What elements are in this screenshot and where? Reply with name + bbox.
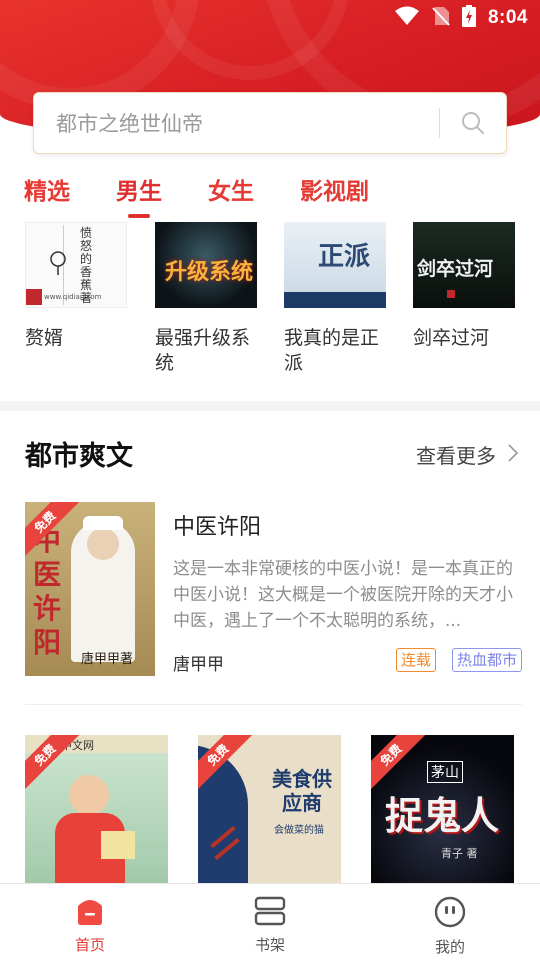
book-title: 我真的是正派 — [284, 327, 380, 374]
no-sim-icon — [432, 6, 450, 30]
chevron-right-icon — [508, 443, 519, 467]
home-icon — [74, 896, 106, 930]
see-more-link[interactable]: 查看更多 — [416, 440, 519, 469]
nav-label: 首页 — [74, 936, 105, 954]
book-cover: 愤怒的香蕉 著 www.qidian.com — [25, 222, 127, 308]
status-bar: 8:04 — [0, 0, 540, 36]
featured-book-title[interactable]: 中医许阳 — [173, 509, 261, 541]
see-more-label: 查看更多 — [416, 444, 496, 468]
cover-title: 升级系统 — [165, 260, 254, 285]
nav-label: 我的 — [434, 938, 465, 956]
tag-list: 连载 热血都市 — [395, 648, 522, 672]
book-cover: 升级系统 — [155, 222, 257, 308]
status-time: 8:04 — [487, 7, 528, 28]
book-title: 最强升级系统 — [155, 327, 251, 374]
row-divider — [25, 704, 522, 705]
book-carousel[interactable]: 愤怒的香蕉 著 www.qidian.com 赘婿 升级系统 最强升级系统 正派… — [0, 222, 540, 382]
bookshelf-icon — [253, 896, 287, 930]
tab-female[interactable]: 女生 — [208, 172, 254, 218]
smiley-face-icon — [434, 896, 466, 932]
book-card[interactable]: 愤怒的香蕉 著 www.qidian.com 赘婿 — [25, 222, 135, 351]
book-cover: 剑卒过河 — [413, 222, 515, 308]
book-cover: 正派 — [284, 222, 386, 308]
featured-book-author: 唐甲甲 — [173, 655, 224, 675]
book-card[interactable]: 正派 我真的是正派 — [284, 222, 394, 376]
cover-title: 捉鬼人 — [385, 794, 500, 838]
tab-label: 影视剧 — [300, 179, 369, 205]
nav-home[interactable]: 首页 — [0, 884, 180, 960]
search-bar[interactable]: 都市之绝世仙帝 — [33, 92, 507, 154]
battery-icon — [461, 5, 476, 31]
section-divider — [0, 401, 540, 411]
free-badge: 免费 — [371, 735, 428, 792]
search-input[interactable]: 都市之绝世仙帝 — [56, 108, 439, 138]
book-card[interactable]: 升级系统 最强升级系统 — [155, 222, 265, 376]
tab-label: 精选 — [24, 179, 70, 205]
cover-author: 青子 著 — [441, 847, 478, 860]
cover-site: www.qidian.com — [44, 293, 102, 301]
nav-profile[interactable]: 我的 — [360, 884, 540, 960]
book-cover[interactable]: 茅山 捉鬼人 青子 著 免费 — [371, 735, 514, 895]
tab-label: 女生 — [208, 179, 254, 205]
section-title: 都市爽文 — [25, 441, 133, 472]
tab-label: 男生 — [116, 179, 162, 205]
book-cover[interactable]: 美食供应商 会做菜的猫 免费 — [198, 735, 341, 895]
cover-author: 唐甲甲著 — [81, 652, 134, 667]
featured-book-cover[interactable]: 中医许阳 唐甲甲著 免费 — [25, 502, 155, 676]
cover-title: 美食供应商 — [272, 767, 332, 815]
search-icon[interactable] — [440, 93, 506, 153]
book-card[interactable]: 剑卒过河 剑卒过河 — [413, 222, 523, 351]
book-cover[interactable]: 中文网 免费 — [25, 735, 168, 895]
cover-title: 剑卒过河 — [417, 258, 494, 280]
category-tabs: 精选 男生 女生 影视剧 — [24, 172, 369, 218]
bottom-navigation: 首页 书架 我的 — [0, 883, 540, 960]
cover-author: 会做菜的猫 — [274, 825, 324, 836]
genre-tag: 热血都市 — [451, 648, 522, 672]
wifi-icon — [394, 6, 420, 30]
cover-title: 中医许阳 — [33, 524, 62, 659]
tab-film-tv[interactable]: 影视剧 — [300, 172, 369, 218]
tab-male[interactable]: 男生 — [116, 172, 162, 218]
tab-featured[interactable]: 精选 — [24, 172, 70, 218]
book-title: 剑卒过河 — [413, 327, 490, 349]
nav-bookshelf[interactable]: 书架 — [180, 884, 360, 960]
cover-title: 正派 — [318, 242, 371, 272]
nav-label: 书架 — [254, 936, 285, 954]
book-title: 赘婿 — [25, 327, 64, 349]
cover-series: 茅山 — [427, 761, 463, 783]
tab-active-indicator — [128, 214, 150, 218]
featured-book-description: 这是一本非常硬核的中医小说！是一本真正的中医小说！这大概是一个被医院开除的天才小… — [173, 559, 513, 631]
status-tag: 连载 — [395, 648, 436, 672]
